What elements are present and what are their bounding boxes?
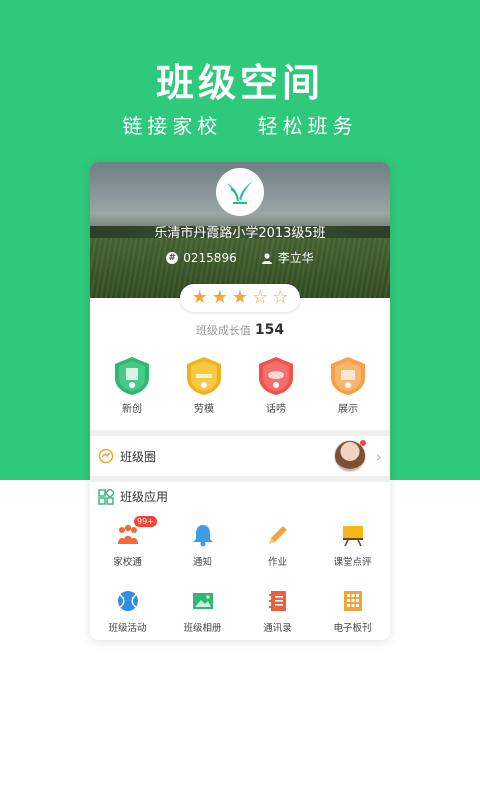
star-filled-icon: ★ bbox=[231, 287, 249, 308]
app-ketangdianping[interactable]: 课堂点评 bbox=[315, 522, 390, 568]
chevron-right-icon: › bbox=[375, 447, 382, 466]
badge-shield-icon bbox=[187, 357, 221, 395]
app-label: 班级活动 bbox=[108, 623, 147, 634]
apps-grid-icon bbox=[98, 488, 114, 505]
badge-label: 劳模 bbox=[194, 404, 214, 415]
badge-laomo[interactable]: 劳模 bbox=[176, 356, 232, 415]
app-label: 班级相册 bbox=[183, 623, 222, 634]
class-circle-row[interactable]: 班级圈 › bbox=[90, 438, 390, 474]
badge-list: 新创 劳模 话唠 展示 bbox=[90, 356, 390, 415]
badge-shield-icon bbox=[331, 357, 365, 395]
class-apps-header: 班级应用 bbox=[98, 488, 168, 505]
badge-shield-icon bbox=[115, 357, 149, 395]
app-label: 作业 bbox=[267, 557, 287, 568]
bell-icon bbox=[192, 525, 213, 547]
app-tongxunlu[interactable]: 通讯录 bbox=[240, 588, 315, 634]
ball-icon bbox=[117, 591, 138, 611]
app-zuoye[interactable]: 作业 bbox=[240, 522, 315, 568]
star-empty-icon: ☆ bbox=[252, 287, 269, 308]
board-icon bbox=[342, 526, 363, 547]
teacher-item: 李立华 bbox=[261, 249, 314, 266]
growth-value-row: 班级成长值 154 bbox=[90, 322, 390, 338]
app-dianzibankan[interactable]: 电子板刊 bbox=[315, 588, 390, 634]
hero-title: 班级空间 bbox=[155, 61, 324, 105]
badge-zhanshi[interactable]: 展示 bbox=[320, 356, 376, 415]
badge-shield-icon bbox=[259, 357, 293, 395]
app-label: 通知 bbox=[192, 557, 212, 568]
class-circle-icon bbox=[98, 448, 114, 464]
subtitle-right: 轻松班务 bbox=[257, 114, 358, 138]
badge-xinchuang[interactable]: 新创 bbox=[104, 356, 160, 415]
hash-icon: # bbox=[166, 251, 179, 264]
class-id-item: # 0215896 bbox=[166, 249, 237, 266]
growth-value: 154 bbox=[254, 322, 285, 338]
app-label: 电子板刊 bbox=[333, 623, 372, 634]
star-filled-icon: ★ bbox=[211, 287, 228, 308]
app-label: 家校通 bbox=[113, 557, 142, 568]
app-tongzhi[interactable]: 通知 bbox=[165, 522, 240, 568]
class-meta: # 0215896 李立华 bbox=[90, 249, 390, 266]
person-icon bbox=[261, 252, 272, 264]
class-id: 0215896 bbox=[183, 250, 237, 265]
class-apps-title: 班级应用 bbox=[120, 490, 169, 504]
divider bbox=[90, 430, 390, 436]
teacher-name: 李立华 bbox=[277, 251, 314, 265]
class-logo[interactable] bbox=[216, 168, 264, 216]
app-banjixiangce[interactable]: 班级相册 bbox=[165, 588, 240, 634]
badge-label: 新创 bbox=[122, 404, 142, 415]
growth-label: 班级成长值 bbox=[195, 324, 251, 337]
app-label: 通讯录 bbox=[263, 623, 292, 634]
app-jiaxiaotong[interactable]: 99+ 家校通 bbox=[90, 516, 165, 568]
app-banjihuodong[interactable]: 班级活动 bbox=[90, 588, 165, 634]
badge-label: 展示 bbox=[338, 404, 358, 415]
badge-hualao[interactable]: 话唠 bbox=[248, 356, 304, 415]
class-circle-label: 班级圈 bbox=[120, 449, 157, 464]
new-post-dot bbox=[360, 440, 366, 446]
hero-subtitle: 链接家校 轻松班务 bbox=[0, 110, 480, 139]
star-filled-icon: ★ bbox=[191, 287, 208, 308]
star-empty-icon: ☆ bbox=[272, 287, 289, 308]
unread-badge: 99+ bbox=[134, 516, 157, 527]
class-space-card: 乐清市丹霞路小学2013级5班 # 0215896 李立华 ★ ★ ★ ☆ ☆ … bbox=[90, 162, 390, 640]
contacts-icon bbox=[268, 591, 286, 611]
pencil-icon bbox=[268, 526, 287, 544]
photo-icon bbox=[192, 593, 213, 609]
school-name: 乐清市丹霞路小学2013级5班 bbox=[154, 226, 326, 241]
subtitle-left: 链接家校 bbox=[122, 114, 223, 138]
app-label: 课堂点评 bbox=[333, 557, 372, 568]
divider bbox=[90, 476, 390, 482]
apps-grid: 99+ 家校通 通知 作业 课堂点评 班级活动 班级相册 通讯录 电子板刊 bbox=[90, 516, 390, 634]
bird-logo-icon bbox=[227, 181, 253, 204]
star-rating: ★ ★ ★ ☆ ☆ bbox=[180, 284, 300, 312]
grid-icon bbox=[343, 591, 362, 611]
class-banner: 乐清市丹霞路小学2013级5班 # 0215896 李立华 bbox=[90, 162, 390, 298]
badge-label: 话唠 bbox=[266, 404, 286, 415]
